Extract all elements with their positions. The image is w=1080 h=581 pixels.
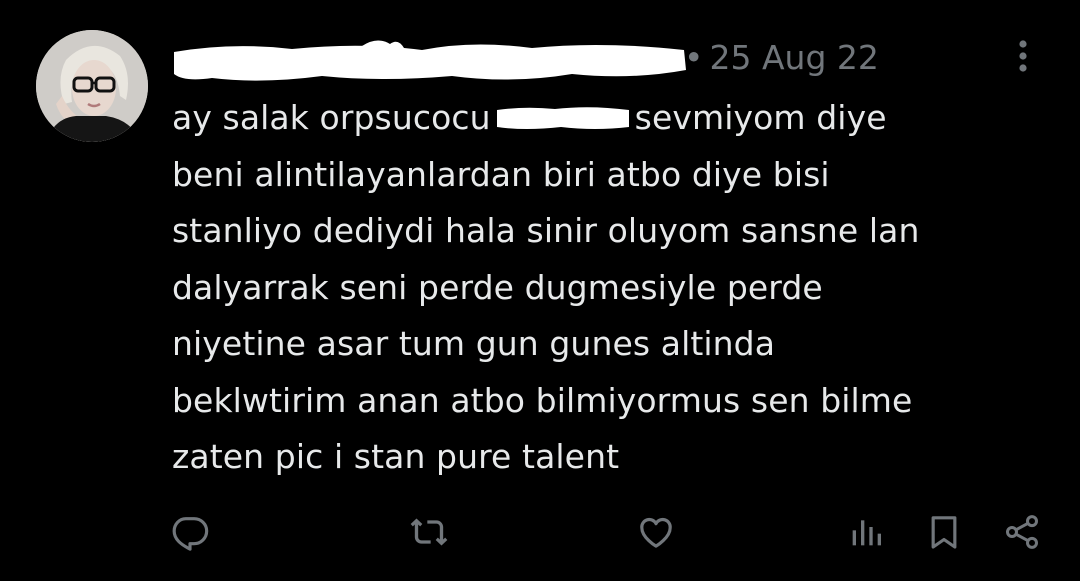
avatar[interactable]: [36, 30, 148, 142]
bookmark-button[interactable]: [920, 508, 968, 556]
like-icon: [640, 517, 672, 548]
tweet-line: beni alintilayanlardan biri atbo diye bi…: [172, 154, 830, 194]
tweet-line-before-redaction: ay salak orpsucocu: [172, 98, 491, 137]
share-icon: [1005, 515, 1039, 549]
retweet-button[interactable]: [405, 508, 453, 556]
like-button[interactable]: [632, 508, 680, 556]
views-button[interactable]: [842, 508, 890, 556]
meta-separator: •: [684, 38, 704, 77]
tweet-line: niyetine asar tum gun gunes altinda: [172, 324, 776, 363]
tweet-meta: • 25 Aug 22: [684, 38, 879, 78]
tweet-line: dalyarrak seni perde dugmesiyle perde: [172, 267, 823, 307]
tweet-line: zaten pic i stan pure talent: [172, 437, 620, 476]
share-button[interactable]: [998, 508, 1046, 556]
tweet-text: ay salak orpsucocu sevmiyom diye beni ali…: [172, 90, 1052, 486]
more-options-icon[interactable]: [1010, 36, 1036, 80]
action-bar: [0, 508, 1080, 556]
retweet-icon: [410, 518, 448, 546]
views-icon: [852, 520, 881, 546]
tweet-header: • 25 Aug 22: [172, 30, 932, 90]
tweet-line-after-redaction: sevmiyom diye: [634, 98, 887, 137]
redacted-username: [174, 40, 686, 81]
tweet-date[interactable]: 25 Aug 22: [709, 38, 878, 77]
tweet-line: ay salak orpsucocu sevmiyom diye: [172, 90, 1052, 147]
avatar-image: [36, 30, 148, 142]
tweet-line: beklwtirim anan atbo bilmiyormus sen bil…: [172, 380, 913, 420]
tweet-line: stanliyo dediydi hala sinir oluyom sansn…: [172, 211, 920, 250]
redacted-mention: [496, 107, 629, 129]
reply-icon: [172, 517, 209, 551]
reply-button[interactable]: [166, 508, 214, 556]
bookmark-icon: [931, 516, 957, 549]
